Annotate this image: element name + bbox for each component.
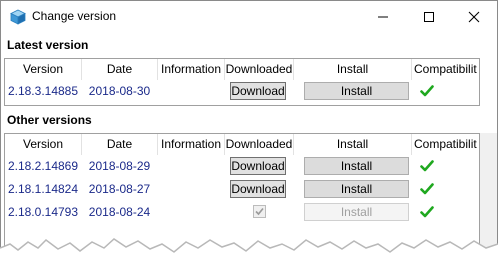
version-cell: 2.18.1.14824 xyxy=(7,182,79,196)
table-row[interactable]: 2.18.0.14793 2018-08-24 Install xyxy=(5,201,479,224)
install-button[interactable]: Install xyxy=(304,180,409,198)
column-header-date[interactable]: Date xyxy=(82,134,158,155)
column-header-compatibility[interactable]: Compatibilit xyxy=(412,59,479,80)
column-header-downloaded[interactable]: Downloaded xyxy=(225,134,294,155)
downloaded-cell: Download xyxy=(225,155,293,178)
cube-icon xyxy=(10,9,26,25)
install-cell: Install xyxy=(294,80,411,103)
download-button[interactable]: Download xyxy=(230,180,286,198)
check-icon xyxy=(420,183,434,195)
maximize-button[interactable] xyxy=(406,1,452,32)
compatibility-cell xyxy=(412,80,479,103)
column-header-install[interactable]: Install xyxy=(294,59,412,80)
table-header: Version Date Information Downloaded Inst… xyxy=(5,59,479,80)
table-row[interactable]: 2.18.2.14869 2018-08-29 Download Install xyxy=(5,155,479,178)
downloaded-cell xyxy=(225,201,293,224)
window-title: Change version xyxy=(32,9,117,23)
check-icon xyxy=(420,206,434,218)
close-button[interactable] xyxy=(451,1,497,32)
column-header-version[interactable]: Version xyxy=(5,134,82,155)
version-cell: 2.18.0.14793 xyxy=(7,205,79,219)
information-cell xyxy=(158,178,224,201)
other-versions-heading: Other versions xyxy=(7,113,92,127)
column-header-downloaded[interactable]: Downloaded xyxy=(225,59,294,80)
download-button[interactable]: Download xyxy=(230,82,286,100)
install-button[interactable]: Install xyxy=(304,203,409,221)
close-icon xyxy=(468,11,480,22)
version-cell: 2.18.3.14885 xyxy=(7,84,79,98)
column-header-install[interactable]: Install xyxy=(294,134,412,155)
torn-edge xyxy=(0,238,498,274)
latest-version-heading: Latest version xyxy=(7,38,89,52)
information-cell xyxy=(158,201,224,224)
check-icon xyxy=(420,160,434,172)
downloaded-cell: Download xyxy=(225,178,293,201)
table-row[interactable]: 2.18.3.14885 2018-08-30 Download Install xyxy=(5,80,479,103)
column-header-information[interactable]: Information xyxy=(158,134,225,155)
column-header-compatibility[interactable]: Compatibilit xyxy=(412,134,479,155)
column-header-information[interactable]: Information xyxy=(158,59,225,80)
version-cell: 2.18.2.14869 xyxy=(7,159,79,173)
compatibility-cell xyxy=(412,201,479,224)
install-cell: Install xyxy=(294,155,411,178)
table-row[interactable]: 2.18.1.14824 2018-08-27 Download Install xyxy=(5,178,479,201)
install-button[interactable]: Install xyxy=(304,82,409,100)
date-cell: 2018-08-29 xyxy=(88,159,151,173)
date-cell: 2018-08-24 xyxy=(88,205,151,219)
column-header-date[interactable]: Date xyxy=(82,59,158,80)
install-button[interactable]: Install xyxy=(304,157,409,175)
install-cell: Install xyxy=(294,201,411,224)
information-cell xyxy=(158,80,224,103)
minimize-icon xyxy=(378,16,388,17)
minimize-button[interactable] xyxy=(360,1,406,32)
downloaded-checkbox[interactable] xyxy=(253,205,266,218)
date-cell: 2018-08-27 xyxy=(88,182,151,196)
checkmark-icon xyxy=(255,207,264,216)
column-header-version[interactable]: Version xyxy=(5,59,82,80)
check-icon xyxy=(420,85,434,97)
date-cell: 2018-08-30 xyxy=(88,84,151,98)
change-version-window: Change version Latest version Version Da… xyxy=(0,0,498,274)
table-header: Version Date Information Downloaded Inst… xyxy=(5,134,479,155)
title-bar: Change version xyxy=(1,1,497,32)
compatibility-cell xyxy=(412,155,479,178)
information-cell xyxy=(158,155,224,178)
downloaded-cell: Download xyxy=(225,80,293,103)
download-button[interactable]: Download xyxy=(230,157,286,175)
latest-version-table: Version Date Information Downloaded Inst… xyxy=(4,58,480,106)
maximize-icon xyxy=(424,11,434,22)
install-cell: Install xyxy=(294,178,411,201)
compatibility-cell xyxy=(412,178,479,201)
